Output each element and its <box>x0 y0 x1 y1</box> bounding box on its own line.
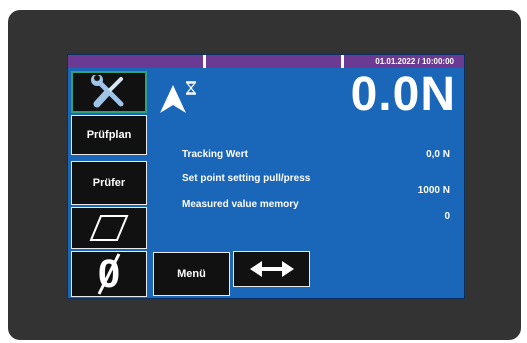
parallelogram-icon <box>89 215 129 241</box>
reading-value-memory: 0 <box>444 211 450 222</box>
status-divider <box>203 55 206 68</box>
reading-label-memory: Measured value memory <box>182 199 299 210</box>
double-arrow-icon <box>249 261 294 277</box>
reading-value-setpoint: 1000 N <box>417 185 450 196</box>
hmi-screen: 01.01.2022 / 10:00:00 Prüfplan Prüfer 0.… <box>67 54 465 299</box>
force-readout: 0.0N <box>350 68 456 121</box>
reading-label-tracking: Tracking Wert <box>182 149 248 160</box>
datetime-display: 01.01.2022 / 10:00:00 <box>375 57 454 66</box>
menu-button[interactable]: Menü <box>153 252 230 296</box>
direction-button[interactable] <box>233 251 310 287</box>
zero-button[interactable]: 0 <box>71 251 147 297</box>
slash-mark <box>97 253 121 295</box>
tools-icon <box>91 75 124 108</box>
status-bar: 01.01.2022 / 10:00:00 <box>68 55 464 68</box>
status-divider <box>341 55 344 68</box>
hourglass-icon <box>185 81 197 95</box>
tools-button[interactable] <box>71 71 147 113</box>
pruefer-button[interactable]: Prüfer <box>71 161 147 205</box>
pruefplan-button[interactable]: Prüfplan <box>71 115 147 155</box>
reading-label-setpoint: Set point setting pull/press <box>182 173 311 184</box>
reading-value-tracking: 0,0 N <box>426 149 450 160</box>
shape-button[interactable] <box>71 207 147 249</box>
